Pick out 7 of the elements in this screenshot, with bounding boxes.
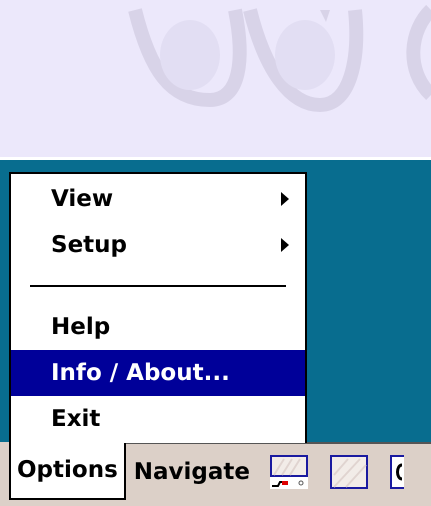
submenu-arrow-icon bbox=[281, 238, 289, 252]
toolbar-icon[interactable] bbox=[390, 455, 404, 489]
screen-with-slider-icon[interactable] bbox=[270, 455, 308, 489]
submenu-arrow-icon bbox=[281, 192, 289, 206]
menu-item[interactable]: Info / About... bbox=[11, 350, 305, 396]
menu-bar-item[interactable]: Options bbox=[9, 442, 126, 500]
hatched-square-icon[interactable] bbox=[330, 455, 368, 489]
